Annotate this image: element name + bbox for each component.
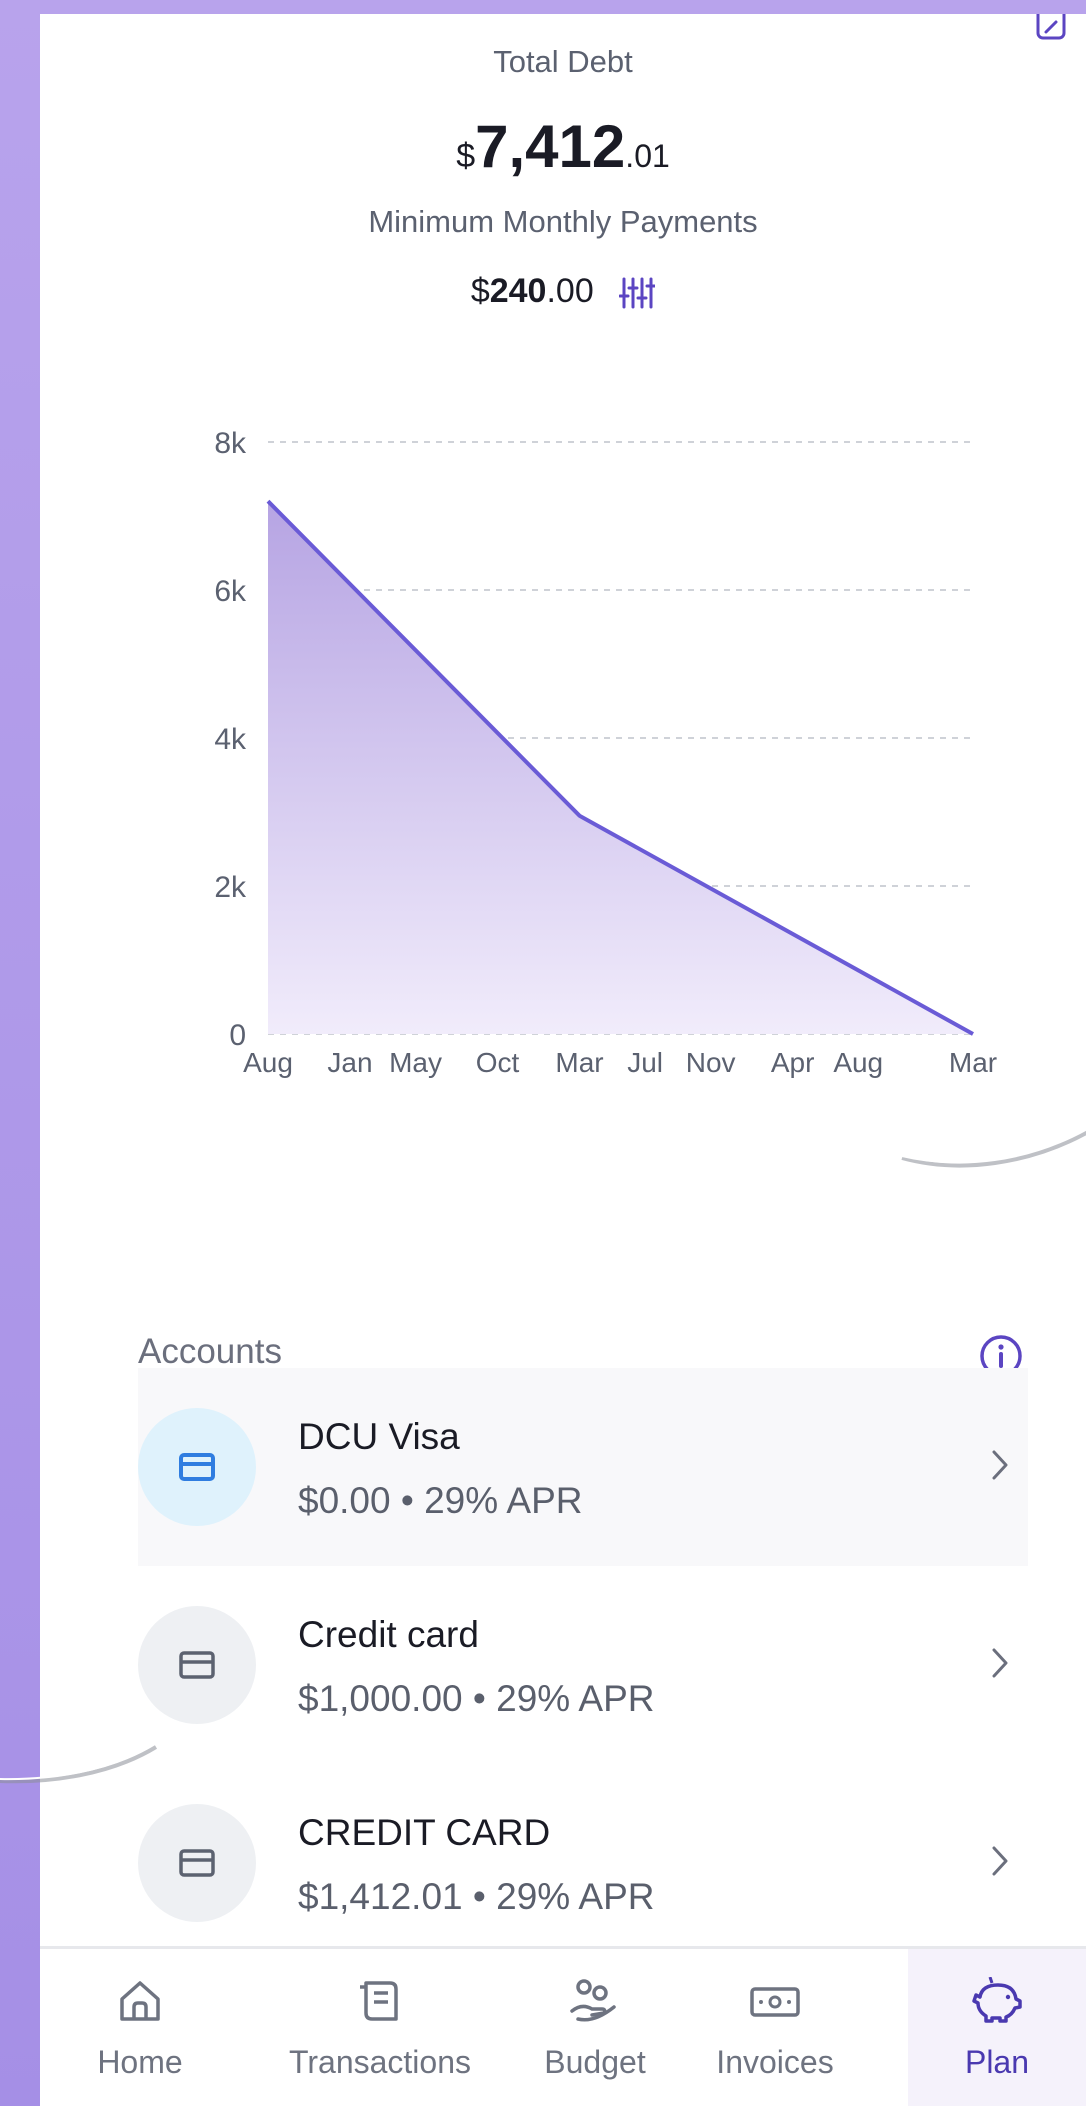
debt-area (268, 501, 973, 1034)
decorative-swoosh (0, 1742, 158, 1784)
account-name: CREDIT CARD (298, 1812, 551, 1853)
x-tick-label: Apr (771, 1047, 815, 1078)
account-name: Credit card (298, 1614, 479, 1655)
min-payment-currency: $ (470, 272, 490, 310)
account-row[interactable]: DCU Visa $0.00 • 29% APR (138, 1368, 1028, 1566)
total-debt-label: Total Debt (493, 44, 633, 79)
min-payment-cents: .00 (546, 272, 594, 310)
y-tick-label: 8k (214, 427, 247, 460)
nav-budget-label: Budget (544, 2044, 646, 2080)
bottom-nav: Home Transactions Budget Invoices Plan (40, 1949, 1086, 2106)
x-tick-label: Oct (476, 1047, 520, 1078)
total-debt-currency: $ (456, 137, 476, 175)
y-tick-label: 4k (214, 723, 247, 756)
chevron-right-icon (992, 1450, 1008, 1480)
budget-icon (570, 1979, 616, 2022)
piggy-bank-icon (972, 1977, 1022, 2023)
min-payment-whole: 240 (489, 272, 547, 310)
nav-invoices[interactable]: Invoices (700, 1949, 850, 2106)
x-tick-label: Aug (243, 1047, 293, 1078)
account-icon-circle (138, 1408, 256, 1526)
x-tick-label: Jan (327, 1047, 372, 1078)
chevron-right-icon (992, 1846, 1008, 1876)
nav-transactions-label: Transactions (289, 2044, 471, 2080)
account-icon-circle (138, 1606, 256, 1724)
nav-plan-label: Plan (964, 2044, 1030, 2080)
plan-screen: Total Debt $7,412.01 Minimum Monthly Pay… (40, 14, 1086, 2106)
min-payment-label: Minimum Monthly Payments (368, 204, 758, 239)
home-icon (120, 1981, 160, 2021)
x-tick-label: May (389, 1047, 442, 1078)
nav-home[interactable]: Home (78, 1949, 202, 2106)
account-icon-circle (138, 1804, 256, 1922)
credit-card-icon (179, 1453, 215, 1481)
nav-budget[interactable]: Budget (518, 1949, 672, 2106)
total-debt-amount: $7,412.01 (40, 112, 1086, 181)
x-tick-label: Jul (627, 1047, 663, 1078)
x-tick-label: Nov (686, 1047, 736, 1078)
nav-transactions[interactable]: Transactions (262, 1949, 498, 2106)
chevron-right-icon (992, 1648, 1008, 1678)
x-tick-label: Mar (555, 1047, 603, 1078)
invoice-icon (750, 1987, 800, 2017)
edit-icon[interactable] (1036, 14, 1066, 44)
sliders-icon[interactable] (619, 276, 656, 310)
y-tick-label: 6k (214, 575, 247, 608)
nav-plan[interactable]: Plan (908, 1949, 1086, 2106)
x-tick-label: Aug (833, 1047, 883, 1078)
debt-payoff-chart: 02k4k6k8kAug Jan May Oct Mar Jul Nov Apr Aug Mar (214, 427, 997, 1078)
accounts-heading: Accounts (138, 1332, 282, 1371)
account-detail: $0.00 • 29% APR (298, 1480, 583, 1521)
total-debt-cents: .01 (625, 138, 670, 174)
y-tick-label: 2k (214, 871, 247, 904)
account-detail: $1,000.00 • 29% APR (298, 1678, 655, 1719)
credit-card-icon (179, 1651, 215, 1679)
min-payment-amount: $240.00 (40, 272, 1086, 311)
account-row[interactable]: Credit card $1,000.00 • 29% APR (138, 1566, 1028, 1764)
account-detail: $1,412.01 • 29% APR (298, 1876, 655, 1917)
account-name: DCU Visa (298, 1416, 460, 1457)
nav-home-label: Home (97, 2044, 183, 2080)
credit-card-icon (179, 1849, 215, 1877)
account-row[interactable]: CREDIT CARD $1,412.01 • 29% APR (138, 1764, 1028, 1962)
x-tick-label: Mar (949, 1047, 997, 1078)
decorative-swoosh (901, 1127, 1086, 1168)
total-debt-whole: 7,412 (475, 113, 626, 180)
receipt-icon (360, 1981, 398, 2021)
nav-invoices-label: Invoices (716, 2044, 834, 2080)
